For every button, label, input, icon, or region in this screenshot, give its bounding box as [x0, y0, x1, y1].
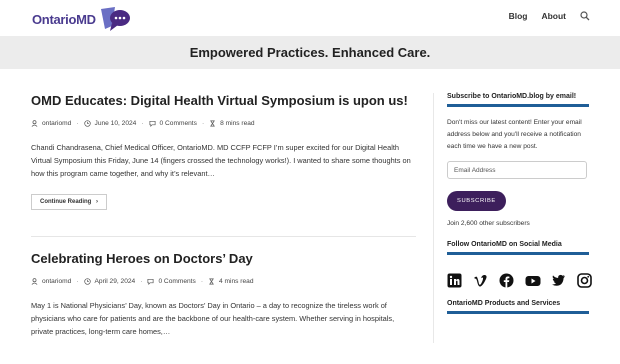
email-placeholder: Email Address	[454, 166, 496, 174]
subscribe-button[interactable]: SUBSCRIBE	[447, 191, 506, 211]
products-widget-title: OntarioMD Products and Services	[447, 300, 589, 314]
clock-icon	[83, 120, 91, 127]
sidebar-divider	[433, 93, 434, 343]
hourglass-icon	[210, 120, 216, 127]
continue-reading-label: Continue Reading	[40, 199, 92, 205]
subscribe-text: Don't miss our latest content! Enter you…	[447, 119, 582, 150]
linkedin-icon[interactable]	[447, 273, 462, 288]
post-excerpt: May 1 is National Physicians’ Day, known…	[31, 301, 395, 336]
chevron-right-icon: ›	[96, 199, 99, 205]
hourglass-icon	[209, 278, 214, 285]
logo-text: OntarioMD	[32, 11, 96, 27]
twitter-icon[interactable]	[551, 273, 566, 288]
post-card: OMD Educates: Digital Health Virtual Sym…	[31, 93, 416, 210]
site-header: OntarioMD Blog About	[0, 0, 620, 36]
meta-separator: ·	[201, 120, 205, 127]
subscriber-count: Join 2,600 other subscribers	[447, 220, 530, 227]
post-comments[interactable]: 0 Comments	[160, 120, 197, 127]
meta-separator: ·	[200, 278, 204, 285]
meta-separator: ·	[76, 278, 79, 285]
social-widget-title: Follow OntarioMD on Social Media	[447, 241, 589, 255]
subscribe-widget-title: Subscribe to OntarioMD.blog by email!	[447, 93, 589, 107]
email-field[interactable]: Email Address	[447, 161, 587, 179]
comment-icon	[149, 120, 156, 127]
post-divider	[31, 236, 416, 237]
main-nav: Blog About	[509, 11, 590, 21]
post-read-time: 4 mins read	[219, 278, 254, 285]
user-icon	[31, 278, 38, 285]
search-icon[interactable]	[580, 11, 590, 21]
hero-title: Empowered Practices. Enhanced Care.	[189, 45, 431, 60]
nav-about[interactable]: About	[541, 11, 566, 21]
post-read-time: 8 mins read	[220, 120, 255, 127]
post-excerpt: Chandi Chandrasena, Chief Medical Office…	[31, 143, 411, 178]
user-icon	[31, 120, 38, 127]
meta-separator: ·	[140, 278, 143, 285]
post-title[interactable]: OMD Educates: Digital Health Virtual Sym…	[31, 93, 416, 108]
post-meta: ontariomd · June 10, 2024 · 0 Comments ·…	[31, 120, 416, 127]
continue-reading-button[interactable]: Continue Reading ›	[31, 194, 108, 210]
sidebar: Subscribe to OntarioMD.blog by email! Do…	[447, 93, 592, 324]
post-meta: ontariomd · April 29, 2024 · 0 Comments …	[31, 278, 416, 285]
post-author[interactable]: ontariomd	[42, 120, 71, 127]
post-card: Celebrating Heroes on Doctors’ Day ontar…	[31, 251, 416, 338]
post-date: April 29, 2024	[94, 278, 136, 285]
nav-blog[interactable]: Blog	[509, 11, 528, 21]
comment-icon	[147, 278, 154, 285]
social-icons	[447, 273, 592, 288]
post-author[interactable]: ontariomd	[42, 278, 71, 285]
meta-separator: ·	[141, 120, 144, 127]
ontariomd-logo[interactable]: OntarioMD	[32, 6, 131, 32]
post-title[interactable]: Celebrating Heroes on Doctors’ Day	[31, 251, 416, 266]
instagram-icon[interactable]	[577, 273, 592, 288]
youtube-icon[interactable]	[525, 273, 541, 288]
hero-banner: Empowered Practices. Enhanced Care.	[0, 36, 620, 69]
facebook-icon[interactable]	[499, 273, 514, 288]
meta-separator: ·	[76, 120, 79, 127]
post-date: June 10, 2024	[94, 120, 137, 127]
speech-bubble-logo-icon	[100, 7, 130, 31]
vimeo-icon[interactable]	[473, 273, 488, 288]
post-comments[interactable]: 0 Comments	[158, 278, 195, 285]
clock-icon	[83, 278, 91, 285]
post-list: OMD Educates: Digital Health Virtual Sym…	[31, 93, 416, 364]
